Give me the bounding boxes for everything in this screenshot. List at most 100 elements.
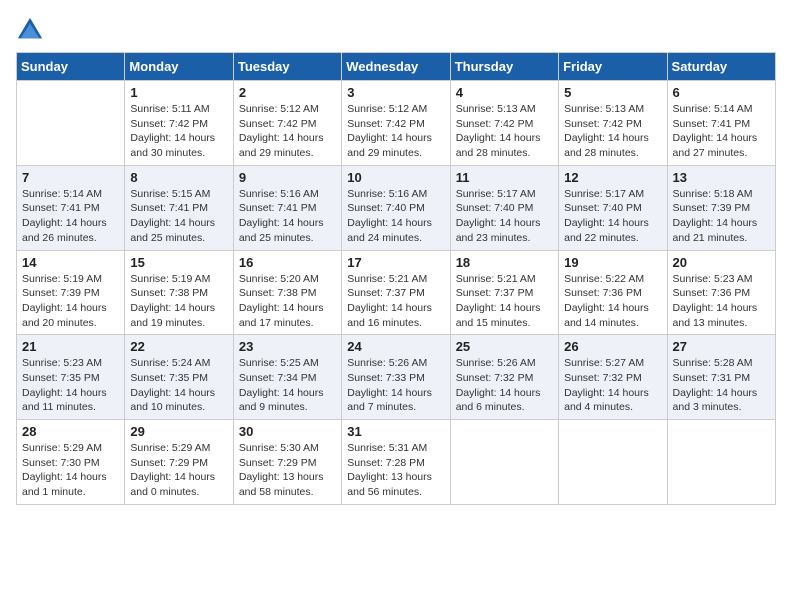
calendar-cell: 20 Sunrise: 5:23 AM Sunset: 7:36 PM Dayli… xyxy=(667,250,775,335)
weekday-header-sunday: Sunday xyxy=(17,53,125,81)
calendar-cell: 24 Sunrise: 5:26 AM Sunset: 7:33 PM Dayli… xyxy=(342,335,450,420)
day-number: 22 xyxy=(130,339,227,354)
calendar-cell: 17 Sunrise: 5:21 AM Sunset: 7:37 PM Dayli… xyxy=(342,250,450,335)
day-number: 29 xyxy=(130,424,227,439)
day-number: 13 xyxy=(673,170,770,185)
day-info: Sunrise: 5:29 AM Sunset: 7:29 PM Dayligh… xyxy=(130,441,227,500)
calendar-week-row: 7Sunrise: 5:14 AM Sunset: 7:41 PM Daylig… xyxy=(17,165,776,250)
day-info: Sunrise: 5:19 AM Sunset: 7:39 PM Dayligh… xyxy=(22,272,119,331)
logo-icon xyxy=(16,16,44,44)
day-number: 10 xyxy=(347,170,444,185)
day-info: Sunrise: 5:16 AM Sunset: 7:40 PM Dayligh… xyxy=(347,187,444,246)
day-info: Sunrise: 5:15 AM Sunset: 7:41 PM Dayligh… xyxy=(130,187,227,246)
calendar-week-row: 28 Sunrise: 5:29 AM Sunset: 7:30 PM Dayli… xyxy=(17,420,776,505)
weekday-header-saturday: Saturday xyxy=(667,53,775,81)
day-number: 12 xyxy=(564,170,661,185)
day-number: 14 xyxy=(22,255,119,270)
day-number: 25 xyxy=(456,339,553,354)
calendar-cell: 14 Sunrise: 5:19 AM Sunset: 7:39 PM Dayli… xyxy=(17,250,125,335)
calendar-cell: 12 Sunrise: 5:17 AM Sunset: 7:40 PM Dayli… xyxy=(559,165,667,250)
calendar-cell xyxy=(559,420,667,505)
calendar-cell: 13 Sunrise: 5:18 AM Sunset: 7:39 PM Dayli… xyxy=(667,165,775,250)
calendar-week-row: 14 Sunrise: 5:19 AM Sunset: 7:39 PM Dayli… xyxy=(17,250,776,335)
day-info: Sunrise: 5:21 AM Sunset: 7:37 PM Dayligh… xyxy=(456,272,553,331)
day-number: 15 xyxy=(130,255,227,270)
day-info: Sunrise: 5:21 AM Sunset: 7:37 PM Dayligh… xyxy=(347,272,444,331)
calendar-cell: 10 Sunrise: 5:16 AM Sunset: 7:40 PM Dayli… xyxy=(342,165,450,250)
day-number: 3 xyxy=(347,85,444,100)
calendar-cell: 8Sunrise: 5:15 AM Sunset: 7:41 PM Daylig… xyxy=(125,165,233,250)
day-info: Sunrise: 5:24 AM Sunset: 7:35 PM Dayligh… xyxy=(130,356,227,415)
calendar-table: SundayMondayTuesdayWednesdayThursdayFrid… xyxy=(16,52,776,505)
day-number: 1 xyxy=(130,85,227,100)
calendar-cell: 5Sunrise: 5:13 AM Sunset: 7:42 PM Daylig… xyxy=(559,81,667,166)
calendar-cell: 22 Sunrise: 5:24 AM Sunset: 7:35 PM Dayli… xyxy=(125,335,233,420)
calendar-cell: 26 Sunrise: 5:27 AM Sunset: 7:32 PM Dayli… xyxy=(559,335,667,420)
day-number: 18 xyxy=(456,255,553,270)
day-number: 19 xyxy=(564,255,661,270)
calendar-week-row: 1Sunrise: 5:11 AM Sunset: 7:42 PM Daylig… xyxy=(17,81,776,166)
calendar-cell: 4 Sunrise: 5:13 AM Sunset: 7:42 PM Daylig… xyxy=(450,81,558,166)
calendar-cell: 19 Sunrise: 5:22 AM Sunset: 7:36 PM Dayli… xyxy=(559,250,667,335)
calendar-cell: 23Sunrise: 5:25 AM Sunset: 7:34 PM Dayli… xyxy=(233,335,341,420)
calendar-cell: 11Sunrise: 5:17 AM Sunset: 7:40 PM Dayli… xyxy=(450,165,558,250)
calendar-cell: 16Sunrise: 5:20 AM Sunset: 7:38 PM Dayli… xyxy=(233,250,341,335)
calendar-cell: 28 Sunrise: 5:29 AM Sunset: 7:30 PM Dayli… xyxy=(17,420,125,505)
day-info: Sunrise: 5:30 AM Sunset: 7:29 PM Dayligh… xyxy=(239,441,336,500)
day-number: 24 xyxy=(347,339,444,354)
day-info: Sunrise: 5:12 AM Sunset: 7:42 PM Dayligh… xyxy=(347,102,444,161)
day-number: 6 xyxy=(673,85,770,100)
day-number: 27 xyxy=(673,339,770,354)
calendar-cell: 30Sunrise: 5:30 AM Sunset: 7:29 PM Dayli… xyxy=(233,420,341,505)
day-info: Sunrise: 5:12 AM Sunset: 7:42 PM Dayligh… xyxy=(239,102,336,161)
calendar-cell xyxy=(450,420,558,505)
day-number: 17 xyxy=(347,255,444,270)
day-number: 26 xyxy=(564,339,661,354)
weekday-header-row: SundayMondayTuesdayWednesdayThursdayFrid… xyxy=(17,53,776,81)
day-info: Sunrise: 5:16 AM Sunset: 7:41 PM Dayligh… xyxy=(239,187,336,246)
logo xyxy=(16,16,48,44)
calendar-cell: 6 Sunrise: 5:14 AM Sunset: 7:41 PM Daylig… xyxy=(667,81,775,166)
day-number: 21 xyxy=(22,339,119,354)
day-info: Sunrise: 5:14 AM Sunset: 7:41 PM Dayligh… xyxy=(673,102,770,161)
day-number: 5 xyxy=(564,85,661,100)
page-header xyxy=(16,16,776,44)
day-info: Sunrise: 5:14 AM Sunset: 7:41 PM Dayligh… xyxy=(22,187,119,246)
day-number: 23 xyxy=(239,339,336,354)
calendar-cell: 3 Sunrise: 5:12 AM Sunset: 7:42 PM Daylig… xyxy=(342,81,450,166)
calendar-cell: 9Sunrise: 5:16 AM Sunset: 7:41 PM Daylig… xyxy=(233,165,341,250)
calendar-body: 1Sunrise: 5:11 AM Sunset: 7:42 PM Daylig… xyxy=(17,81,776,505)
calendar-cell xyxy=(667,420,775,505)
calendar-header: SundayMondayTuesdayWednesdayThursdayFrid… xyxy=(17,53,776,81)
calendar-cell: 31Sunrise: 5:31 AM Sunset: 7:28 PM Dayli… xyxy=(342,420,450,505)
calendar-cell: 2 Sunrise: 5:12 AM Sunset: 7:42 PM Daylig… xyxy=(233,81,341,166)
day-number: 31 xyxy=(347,424,444,439)
calendar-cell xyxy=(17,81,125,166)
weekday-header-monday: Monday xyxy=(125,53,233,81)
calendar-cell: 25Sunrise: 5:26 AM Sunset: 7:32 PM Dayli… xyxy=(450,335,558,420)
weekday-header-wednesday: Wednesday xyxy=(342,53,450,81)
day-info: Sunrise: 5:19 AM Sunset: 7:38 PM Dayligh… xyxy=(130,272,227,331)
day-info: Sunrise: 5:23 AM Sunset: 7:35 PM Dayligh… xyxy=(22,356,119,415)
calendar-cell: 18 Sunrise: 5:21 AM Sunset: 7:37 PM Dayli… xyxy=(450,250,558,335)
day-number: 20 xyxy=(673,255,770,270)
calendar-cell: 1Sunrise: 5:11 AM Sunset: 7:42 PM Daylig… xyxy=(125,81,233,166)
weekday-header-friday: Friday xyxy=(559,53,667,81)
day-info: Sunrise: 5:17 AM Sunset: 7:40 PM Dayligh… xyxy=(564,187,661,246)
day-info: Sunrise: 5:29 AM Sunset: 7:30 PM Dayligh… xyxy=(22,441,119,500)
day-info: Sunrise: 5:22 AM Sunset: 7:36 PM Dayligh… xyxy=(564,272,661,331)
day-info: Sunrise: 5:18 AM Sunset: 7:39 PM Dayligh… xyxy=(673,187,770,246)
day-info: Sunrise: 5:28 AM Sunset: 7:31 PM Dayligh… xyxy=(673,356,770,415)
calendar-cell: 27 Sunrise: 5:28 AM Sunset: 7:31 PM Dayli… xyxy=(667,335,775,420)
day-info: Sunrise: 5:23 AM Sunset: 7:36 PM Dayligh… xyxy=(673,272,770,331)
day-number: 2 xyxy=(239,85,336,100)
day-info: Sunrise: 5:20 AM Sunset: 7:38 PM Dayligh… xyxy=(239,272,336,331)
day-info: Sunrise: 5:27 AM Sunset: 7:32 PM Dayligh… xyxy=(564,356,661,415)
calendar-cell: 21 Sunrise: 5:23 AM Sunset: 7:35 PM Dayli… xyxy=(17,335,125,420)
day-info: Sunrise: 5:13 AM Sunset: 7:42 PM Dayligh… xyxy=(456,102,553,161)
day-number: 4 xyxy=(456,85,553,100)
day-number: 11 xyxy=(456,170,553,185)
day-info: Sunrise: 5:26 AM Sunset: 7:33 PM Dayligh… xyxy=(347,356,444,415)
day-number: 28 xyxy=(22,424,119,439)
calendar-cell: 29 Sunrise: 5:29 AM Sunset: 7:29 PM Dayli… xyxy=(125,420,233,505)
